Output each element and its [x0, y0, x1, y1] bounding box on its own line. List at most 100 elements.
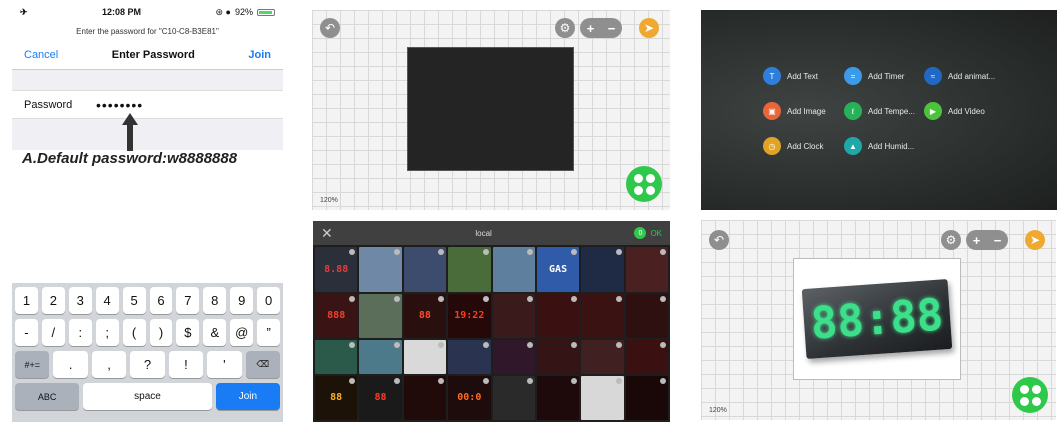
gallery-thumbnail[interactable] — [581, 247, 624, 292]
number-key[interactable]: 2 — [41, 287, 65, 314]
gallery-thumbnail[interactable]: 88 — [359, 375, 402, 420]
menu-item-add-tempe[interactable]: ℓ Add Tempe... — [844, 102, 915, 120]
select-circle-icon[interactable] — [482, 295, 489, 302]
punctuation-key[interactable]: ! — [168, 351, 204, 378]
select-circle-icon[interactable] — [526, 295, 533, 302]
password-field[interactable]: Password •••••••• — [12, 90, 283, 119]
zoom-in-button[interactable]: + — [587, 21, 595, 36]
select-circle-icon[interactable] — [571, 377, 578, 384]
symbol-key[interactable]: @ — [230, 319, 254, 346]
gallery-thumbnail[interactable] — [403, 340, 447, 374]
select-circle-icon[interactable] — [660, 249, 666, 255]
gallery-thumbnail[interactable] — [448, 340, 491, 374]
gallery-thumbnail[interactable]: 88 — [403, 293, 447, 338]
select-circle-icon[interactable] — [526, 377, 533, 384]
symbol-key[interactable]: : — [68, 319, 92, 346]
gallery-thumbnail[interactable]: 19:22 — [448, 293, 491, 338]
select-circle-icon[interactable] — [482, 377, 489, 384]
symbol-key[interactable]: ” — [257, 319, 281, 346]
key-space[interactable]: space — [83, 383, 212, 410]
gallery-thumbnail[interactable] — [403, 375, 447, 420]
select-circle-icon[interactable] — [571, 249, 578, 255]
punctuation-key[interactable]: ' — [207, 351, 242, 378]
symbol-key[interactable]: ) — [149, 319, 173, 346]
punctuation-key[interactable]: ? — [130, 351, 165, 378]
zoom-in-button[interactable]: + — [973, 233, 981, 248]
select-circle-icon[interactable] — [438, 295, 445, 302]
gallery-thumbnail[interactable] — [359, 247, 402, 292]
gallery-thumbnail[interactable]: 8.88 — [315, 247, 358, 292]
gallery-thumbnail[interactable] — [536, 375, 580, 420]
number-key[interactable]: 5 — [122, 287, 146, 314]
zoom-out-button[interactable]: − — [994, 233, 1002, 248]
gallery-thumbnail[interactable]: GAS — [536, 247, 580, 292]
number-key[interactable]: 6 — [149, 287, 173, 314]
select-circle-icon[interactable] — [438, 342, 445, 348]
select-circle-icon[interactable] — [438, 249, 445, 255]
back-icon[interactable]: ↶ — [320, 18, 340, 38]
punctuation-key[interactable]: ⌫ — [245, 351, 280, 378]
number-key[interactable]: 1 — [15, 287, 38, 314]
select-circle-icon[interactable] — [482, 342, 489, 348]
zoom-out-button[interactable]: − — [608, 21, 616, 36]
select-circle-icon[interactable] — [615, 249, 622, 255]
number-key[interactable]: 4 — [95, 287, 119, 314]
gallery-thumbnail[interactable]: 00:0 — [448, 375, 491, 420]
gallery-thumbnail[interactable] — [492, 247, 535, 292]
gallery-thumbnail[interactable]: 88 — [315, 375, 358, 420]
gallery-thumbnail[interactable] — [581, 293, 624, 338]
gallery-thumbnail[interactable] — [359, 293, 402, 338]
select-circle-icon[interactable] — [393, 342, 400, 348]
menu-item-add-clock[interactable]: ◷ Add Clock — [763, 137, 823, 155]
menu-item-add-humid[interactable]: ▲ Add Humid... — [844, 137, 914, 155]
gallery-thumbnail[interactable] — [625, 293, 668, 338]
select-circle-icon[interactable] — [526, 249, 533, 255]
menu-item-add-video[interactable]: ▶ Add Video — [924, 102, 985, 120]
select-circle-icon[interactable] — [349, 342, 356, 348]
select-circle-icon[interactable] — [615, 377, 622, 384]
select-circle-icon[interactable] — [393, 377, 400, 384]
join-button[interactable]: Join — [248, 49, 271, 61]
gear-icon[interactable]: ⚙ — [941, 230, 961, 250]
password-value[interactable]: •••••••• — [96, 97, 143, 113]
symbol-key[interactable]: / — [41, 319, 65, 346]
gallery-thumbnail[interactable] — [625, 375, 668, 420]
gallery-thumbnail[interactable] — [492, 340, 535, 374]
select-circle-icon[interactable] — [660, 342, 666, 348]
select-circle-icon[interactable] — [615, 295, 622, 302]
select-circle-icon[interactable] — [349, 377, 356, 384]
number-key[interactable]: 9 — [230, 287, 254, 314]
program-editor-canvas-2[interactable]: ↶ ⚙ + − ➤ 88:88 120% — [701, 220, 1056, 420]
gallery-thumbnail[interactable] — [581, 375, 624, 420]
select-circle-icon[interactable] — [526, 342, 533, 348]
number-key[interactable]: 0 — [257, 287, 281, 314]
select-circle-icon[interactable] — [393, 295, 400, 302]
symbol-key[interactable]: $ — [176, 319, 200, 346]
gallery-thumbnail[interactable] — [403, 247, 447, 292]
gallery-thumbnail[interactable] — [536, 293, 580, 338]
punctuation-key[interactable]: , — [91, 351, 127, 378]
cancel-button[interactable]: Cancel — [24, 49, 58, 61]
key-abc[interactable]: ABC — [15, 383, 80, 410]
led-sign-image[interactable]: 88:88 — [793, 258, 961, 380]
menu-item-add-image[interactable]: ▣ Add Image — [763, 102, 826, 120]
punctuation-key[interactable]: #+= — [15, 351, 50, 378]
close-icon[interactable]: ✕ — [321, 225, 333, 242]
number-key[interactable]: 3 — [68, 287, 92, 314]
select-circle-icon[interactable] — [571, 342, 578, 348]
back-icon[interactable]: ↶ — [709, 230, 729, 250]
gallery-thumbnail[interactable] — [359, 340, 402, 374]
select-circle-icon[interactable] — [482, 249, 489, 255]
select-circle-icon[interactable] — [349, 295, 356, 302]
select-circle-icon[interactable] — [571, 295, 578, 302]
screen-preview[interactable] — [407, 47, 574, 171]
symbol-key[interactable]: ( — [122, 319, 146, 346]
select-circle-icon[interactable] — [438, 377, 445, 384]
gallery-thumbnail[interactable]: 888 — [315, 293, 358, 338]
add-button[interactable] — [1012, 377, 1048, 413]
symbol-key[interactable]: ; — [95, 319, 119, 346]
gallery-thumbnail[interactable] — [492, 293, 535, 338]
ok-button[interactable]: OK — [650, 229, 662, 238]
menu-item-add-text[interactable]: T Add Text — [763, 67, 818, 85]
key-join[interactable]: Join — [215, 383, 280, 410]
